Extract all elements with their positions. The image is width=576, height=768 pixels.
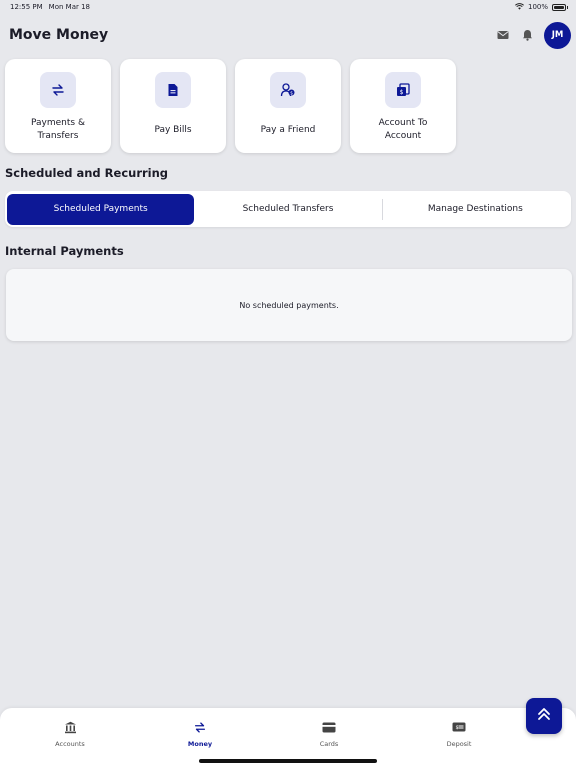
tab-scheduled-payments[interactable]: Scheduled Payments [7,193,195,225]
bell-icon[interactable] [520,28,534,42]
tile-label: Payments & Transfers [31,118,85,141]
account-transfer-icon: $ [385,72,421,108]
quick-actions: Payments & Transfers Pay Bills $ Pay a F… [5,59,456,153]
nav-item-deposit[interactable]: $ Deposit [424,720,494,748]
transfer-arrows-icon [193,720,207,734]
status-right: 100% [515,2,568,12]
tile-label: Account To Account [378,118,428,141]
bill-document-icon [155,72,191,108]
tab-manage-destinations[interactable]: Manage Destinations [381,194,569,225]
double-chevron-up-icon [536,706,552,726]
header: Move Money JM [0,20,576,50]
bank-icon [63,720,77,734]
status-time: 12:55 PM [10,3,43,11]
page-title: Move Money [9,27,109,43]
tab-scheduled-transfers[interactable]: Scheduled Transfers [194,194,381,225]
check-deposit-icon: $ [452,720,466,734]
wifi-icon [515,2,524,12]
pay-a-friend-tile[interactable]: $ Pay a Friend [235,59,341,153]
internal-payments-title: Internal Payments [5,244,124,258]
status-date: Mon Mar 18 [48,3,90,11]
card-icon [322,720,336,734]
svg-text:$: $ [290,90,293,96]
tile-label: Pay a Friend [260,124,316,135]
account-to-account-tile[interactable]: $ Account To Account [350,59,456,153]
nav-label: Accounts [55,740,85,748]
pay-bills-tile[interactable]: Pay Bills [120,59,226,153]
battery-icon [552,3,568,11]
transfer-arrows-icon [40,72,76,108]
battery-percent: 100% [527,3,548,11]
nav-item-money[interactable]: Money [165,720,235,748]
home-indicator [199,759,377,763]
scheduled-section-title: Scheduled and Recurring [5,166,169,180]
svg-text:$: $ [400,89,404,96]
pay-friend-icon: $ [270,72,306,108]
scheduled-tabs: Scheduled Payments Scheduled Transfers M… [5,191,571,227]
payments-transfers-tile[interactable]: Payments & Transfers [5,59,111,153]
header-actions: JM [496,21,571,49]
svg-text:$: $ [456,725,459,731]
internal-payments-card: No scheduled payments. [6,269,572,341]
scroll-top-button[interactable] [526,698,562,734]
avatar[interactable]: JM [544,21,571,49]
status-bar: 12:55 PM Mon Mar 18 100% [0,0,576,14]
nav-label: Money [187,740,213,748]
nav-label: Deposit [446,740,472,748]
nav-label: Cards [319,740,339,748]
nav-item-cards[interactable]: Cards [294,720,364,748]
mail-icon[interactable] [496,28,510,42]
empty-message: No scheduled payments. [239,300,339,310]
tile-label: Pay Bills [154,124,192,135]
nav-item-accounts[interactable]: Accounts [35,720,105,748]
